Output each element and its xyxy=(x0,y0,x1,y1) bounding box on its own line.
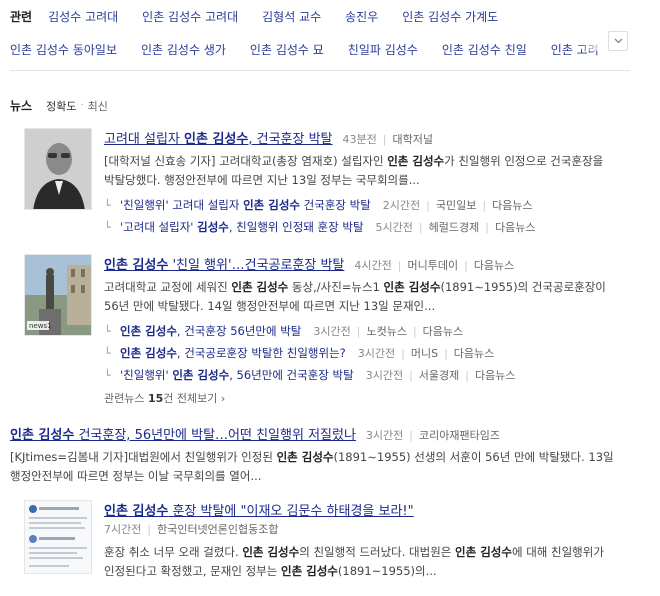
title-text: 훈장 박탈에 "이재오 김문수 하태경을 보라!" xyxy=(168,504,414,519)
related-keyword[interactable]: 김형석 교수 xyxy=(262,8,321,25)
svg-text:news1: news1 xyxy=(29,322,52,330)
related-row-2: 인촌 김성수 동아일보 인촌 김성수 생가 인촌 김성수 묘 친일파 김성수 인… xyxy=(10,33,630,66)
news-body: 인촌 김성수 '친일 행위'…건국공로훈장 박탈 4시간전 | 머니투데이 | … xyxy=(104,254,634,406)
related-fade xyxy=(576,33,606,51)
related-news-link[interactable]: '친일행위' 고려대 설립자 인촌 김성수 건국훈장 박탈 xyxy=(120,197,371,213)
news-source[interactable]: 머니투데이 xyxy=(407,257,458,273)
related-news-item: └ '고려대 설립자' 김성수, 친일행위 인정돼 훈장 박탈 5시간전 | 헤럴드… xyxy=(104,219,536,235)
related-news-item: └ '친일행위' 고려대 설립자 인촌 김성수 건국훈장 박탈 2시간전 | 국민일… xyxy=(104,197,533,213)
related-keyword[interactable]: 김성수 고려대 xyxy=(48,8,118,25)
news-time: 43분전 xyxy=(342,133,377,146)
related-keyword[interactable]: 송진우 xyxy=(345,8,378,25)
news-item: news1 인촌 김성수 '친일 행위'…건국공로훈장 박탈 4시간전 | 머니… xyxy=(10,254,635,406)
news-item: 인촌 김성수 훈장 박탈에 "이재오 김문수 하태경을 보라!" 7시간전 | … xyxy=(10,500,635,596)
related-label: 관련 xyxy=(10,10,33,24)
news-description: [KJtimes=김봄내 기자]대법원에서 친일행위가 인정된 인촌 김성수(1… xyxy=(10,450,614,483)
related-keyword[interactable]: 인촌 김성수 가계도 xyxy=(402,8,498,25)
title-keyword: 인촌 김성수 xyxy=(104,258,169,273)
related-news-item: └ 인촌 김성수, 건국훈장 56년만에 박탈 3시간전 | 노컷뉴스 | 다음뉴스 xyxy=(104,323,464,339)
section-divider xyxy=(10,70,630,71)
sort-accuracy-link[interactable]: 정확도 xyxy=(46,98,76,114)
news-item: 인촌 김성수 건국훈장, 56년만에 박탈…어떤 친일행위 저질렀나 3시간전 … xyxy=(10,424,635,484)
related-keyword[interactable]: 인촌 김성수 친일 xyxy=(442,41,527,58)
related-news-count-link[interactable]: 관련뉴스 15건 전체보기 › xyxy=(104,390,634,406)
related-news-link[interactable]: 인촌 김성수, 건국훈장 56년만에 박탈 xyxy=(120,323,301,339)
news-source[interactable]: 코리아재팬타임즈 xyxy=(419,427,500,443)
news-body: 인촌 김성수 훈장 박탈에 "이재오 김문수 하태경을 보라!" 7시간전 | … xyxy=(104,500,634,581)
news-title-link[interactable]: 인촌 김성수 훈장 박탈에 "이재오 김문수 하태경을 보라!" xyxy=(104,500,414,519)
news-source[interactable]: 대학저널 xyxy=(393,131,433,147)
news-body: 고려대 설립자 인촌 김성수, 건국훈장 박탈 43분전 | 대학저널 [대학저… xyxy=(104,128,634,238)
title-text: 건국훈장, 56년만에 박탈…어떤 친일행위 저질렀나 xyxy=(74,428,356,443)
related-keyword[interactable]: 인촌 김성수 묘 xyxy=(250,41,324,58)
title-text: '친일 행위'…건국공로훈장 박탈 xyxy=(168,258,345,273)
related-keyword[interactable]: 인촌 김성수 고려대 xyxy=(142,8,238,25)
news-time: 7시간전 xyxy=(104,523,142,536)
title-text: , 건국훈장 박탈 xyxy=(248,132,333,147)
sort-latest-link[interactable]: 최신 xyxy=(88,98,108,114)
related-keyword[interactable]: 인촌 김성수 생가 xyxy=(141,41,226,58)
news-section-title: 뉴스 xyxy=(10,99,33,113)
news-thumbnail[interactable] xyxy=(24,128,92,210)
news-title-link[interactable]: 인촌 김성수 '친일 행위'…건국공로훈장 박탈 xyxy=(104,254,344,273)
branch-icon: └ xyxy=(104,198,111,212)
news-thumbnail[interactable] xyxy=(24,500,92,574)
news-description: [대학저널 신효송 기자] 고려대학교(총장 염재호) 설립자인 인촌 김성수가… xyxy=(104,154,604,187)
related-news-item: └ '친일행위' 인촌 김성수, 56년만에 건국훈장 박탈 3시간전 | 서울경제… xyxy=(104,367,516,383)
news-thumbnail[interactable]: news1 xyxy=(24,254,92,336)
related-news-item: └ 인촌 김성수, 건국공로훈장 박탈한 친일행위는? 3시간전 | 머니S | 다음뉴… xyxy=(104,345,495,361)
branch-icon: └ xyxy=(104,346,111,360)
branch-icon: └ xyxy=(104,368,111,382)
news-time: 4시간전 xyxy=(354,259,392,272)
daum-news-link[interactable]: 다음뉴스 xyxy=(474,257,514,273)
related-news-link[interactable]: '친일행위' 인촌 김성수, 56년만에 건국훈장 박탈 xyxy=(120,367,354,383)
related-searches: 관련 김성수 고려대 인촌 김성수 고려대 김형석 교수 송진우 인촌 김성수 … xyxy=(10,0,630,66)
news-body: 인촌 김성수 건국훈장, 56년만에 박탈…어떤 친일행위 저질렀나 3시간전 … xyxy=(10,424,635,486)
document-screenshot-icon xyxy=(25,501,91,573)
related-news-link[interactable]: 인촌 김성수, 건국공로훈장 박탈한 친일행위는? xyxy=(120,345,346,361)
news-title-link[interactable]: 인촌 김성수 건국훈장, 56년만에 박탈…어떤 친일행위 저질렀나 xyxy=(10,424,356,443)
title-keyword: 인촌 김성수 xyxy=(104,504,169,519)
news-description: 고려대학교 교정에 세워진 인촌 김성수 동상,/사진=뉴스1 인촌 김성수(1… xyxy=(104,280,606,313)
branch-icon: └ xyxy=(104,220,111,234)
title-keyword: 인촌 김성수 xyxy=(184,132,249,147)
related-row-1: 관련 김성수 고려대 인촌 김성수 고려대 김형석 교수 송진우 인촌 김성수 … xyxy=(10,0,630,33)
news-description: 훈장 취소 너무 오래 걸렸다. 인촌 김성수의 친일행적 드러났다. 대법원은… xyxy=(104,545,604,578)
chevron-down-icon xyxy=(614,38,622,44)
related-news-link[interactable]: '고려대 설립자' 김성수, 친일행위 인정돼 훈장 박탈 xyxy=(120,219,364,235)
branch-icon: └ xyxy=(104,324,111,338)
news-header: 뉴스 정확도 · 최신 xyxy=(10,97,108,114)
related-expand-button[interactable] xyxy=(608,31,628,51)
news-item: 고려대 설립자 인촌 김성수, 건국훈장 박탈 43분전 | 대학저널 [대학저… xyxy=(10,128,635,248)
title-keyword: 인촌 김성수 xyxy=(10,428,75,443)
news-time: 3시간전 xyxy=(365,429,404,442)
sort-separator: · xyxy=(80,100,84,111)
portrait-photo-icon xyxy=(25,129,91,209)
title-text: 고려대 설립자 xyxy=(104,132,185,147)
statue-photo-icon: news1 xyxy=(25,255,91,335)
news-title-link[interactable]: 고려대 설립자 인촌 김성수, 건국훈장 박탈 xyxy=(104,128,333,147)
news-source[interactable]: 한국인터넷언론인협동조합 xyxy=(157,521,278,537)
related-keyword[interactable]: 인촌 김성수 동아일보 xyxy=(10,41,117,58)
related-keyword[interactable]: 친일파 김성수 xyxy=(348,41,418,58)
